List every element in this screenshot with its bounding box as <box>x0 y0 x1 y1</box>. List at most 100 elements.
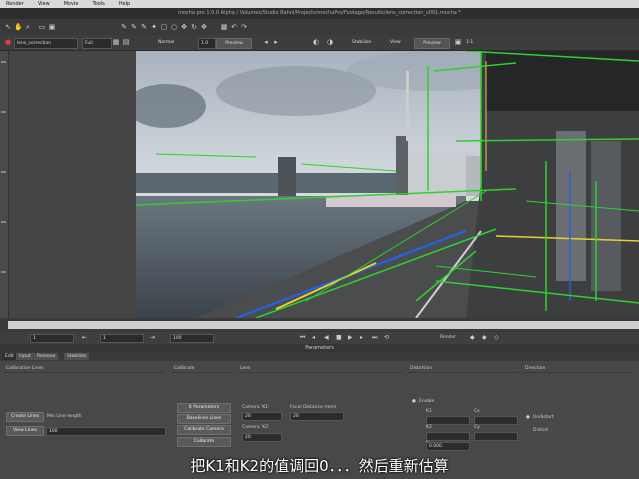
keyframe-add-icon[interactable]: ◇ <box>494 334 499 342</box>
k2-label: Camera 'K2' <box>242 425 270 430</box>
cx-label: Cx <box>474 409 480 414</box>
play-reverse-icon[interactable]: ◀ <box>324 334 329 342</box>
go-end-icon[interactable]: ⏭ <box>372 334 377 342</box>
distort-label: Distort <box>533 428 549 433</box>
divider <box>172 372 232 373</box>
calibrate-button[interactable]: Calibrate <box>177 437 231 447</box>
panel-marker <box>1 61 6 63</box>
render-label: Render <box>440 335 457 340</box>
rotate-tool-icon[interactable]: ↻ <box>190 23 198 31</box>
cy-label: Cy <box>474 425 480 430</box>
track-forward-icon[interactable]: ▸ <box>272 38 280 46</box>
grid-icon[interactable]: ▦ <box>220 23 228 31</box>
keyframe-next-icon[interactable]: ◆ <box>482 334 487 342</box>
layer-select[interactable]: lens_correction <box>14 38 78 49</box>
checkerboard-icon[interactable]: ▦ <box>112 38 120 46</box>
transport-bar <box>0 332 639 344</box>
panel-marker <box>1 221 6 223</box>
stop-icon[interactable]: ■ <box>336 334 342 342</box>
baselines-lines-button[interactable]: Baselines Lines <box>177 414 231 424</box>
undo-icon[interactable]: ↶ <box>230 23 238 31</box>
main-toolbar: ↖ ✋ ⌕ ▭ ▣ ✎ ✎ ✎ ✦ ▢ ○ ✥ ↻ ✥ ▦ ↶ ↷ <box>0 19 639 35</box>
track-backward-icon[interactable]: ◂ <box>262 38 270 46</box>
bezier-tool-icon[interactable]: ✎ <box>140 23 148 31</box>
in-frame-field[interactable]: 1 <box>30 334 74 343</box>
video-subtitle: 把K1和K2的值调回0．．．然后重新估算 <box>190 457 449 475</box>
menu-help[interactable]: Help <box>119 1 130 7</box>
pan-tool-icon[interactable]: ✋ <box>14 23 23 31</box>
spline-tool-icon[interactable]: ✎ <box>120 23 128 31</box>
k1-label: Camera 'K1' <box>242 405 270 410</box>
redo-icon[interactable]: ↷ <box>240 23 248 31</box>
xspline-tool-icon[interactable]: ✎ <box>130 23 138 31</box>
zoom-icon[interactable]: ▣ <box>454 38 462 46</box>
k1-distortion-field[interactable] <box>426 416 470 425</box>
view-lines-field[interactable]: 100 <box>46 427 166 436</box>
focal-distance-field[interactable]: 20 <box>290 412 344 421</box>
divider <box>522 372 632 373</box>
open-icon[interactable]: ▭ <box>38 23 46 31</box>
enable-label: Enable <box>419 399 435 404</box>
current-frame-field[interactable]: 1 <box>100 334 144 343</box>
step-forward-icon[interactable]: ▸ <box>360 334 363 342</box>
view-value-field[interactable]: 1.0 <box>198 38 216 49</box>
play-icon[interactable]: ▶ <box>348 334 353 342</box>
divider <box>238 372 403 373</box>
create-lines-button[interactable]: Create Lines <box>6 412 44 422</box>
calibrate-camera-button[interactable]: Calibrate Camera <box>177 425 231 435</box>
zoom-tool-icon[interactable]: ⌕ <box>24 23 32 31</box>
menu-view[interactable]: View <box>38 1 50 7</box>
k2-field[interactable]: 20 <box>242 433 282 442</box>
out-frame-field[interactable]: 100 <box>170 334 214 343</box>
mask-icon[interactable]: ◐ <box>312 38 320 46</box>
save-icon[interactable]: ▣ <box>48 23 56 31</box>
menu-movie[interactable]: Movie <box>64 1 79 7</box>
k1-field[interactable]: 20 <box>242 412 282 421</box>
window-title: mocha pro 1.0.0 Alpha / Volumes/Studio B… <box>0 8 639 19</box>
select-tool-icon[interactable]: ↖ <box>4 23 12 31</box>
rect-tool-icon[interactable]: ▢ <box>160 23 168 31</box>
k2-distortion-label: K2 <box>426 425 432 430</box>
move-tool-icon[interactable]: ✥ <box>200 23 208 31</box>
tab-remove[interactable]: Remove <box>34 353 59 360</box>
footage-image <box>136 51 639 318</box>
enable-checkbox-icon[interactable]: ● <box>412 398 416 405</box>
tab-stabilize[interactable]: Stabilize <box>64 353 90 360</box>
step-back-icon[interactable]: ◂ <box>312 334 315 342</box>
view-select[interactable]: Full <box>82 38 112 49</box>
set-out-icon[interactable]: ⇥ <box>150 334 155 342</box>
parameter-tabs <box>0 352 639 361</box>
view-label: View <box>390 40 401 45</box>
timeline-scrubber[interactable] <box>8 321 639 329</box>
record-icon[interactable]: ● <box>4 38 12 46</box>
menu-bar: Render View Movie Tools Help <box>0 0 639 8</box>
keyframe-prev-icon[interactable]: ◆ <box>470 334 475 342</box>
panel-marker <box>1 171 6 173</box>
menu-tools[interactable]: Tools <box>93 1 105 7</box>
k2-distortion-field[interactable] <box>426 432 470 441</box>
mode-label: Normal <box>158 40 175 45</box>
undistort-radio-icon[interactable]: ● <box>526 414 530 421</box>
track-preview-button[interactable]: Preview <box>216 38 252 49</box>
go-start-icon[interactable]: ⏮ <box>300 334 305 342</box>
divider <box>408 372 518 373</box>
divider <box>4 372 164 373</box>
footage-frame[interactable] <box>136 51 639 318</box>
view-lines-button[interactable]: View Lines <box>6 426 44 436</box>
cy-field[interactable] <box>474 432 518 441</box>
tab-edit[interactable]: Edit <box>2 353 17 360</box>
k-field[interactable]: 0.000 <box>426 442 470 451</box>
tab-input[interactable]: Input <box>16 353 34 360</box>
set-in-icon[interactable]: ⇤ <box>82 334 87 342</box>
view-preview-button[interactable]: Preview <box>414 38 450 49</box>
transform-tool-icon[interactable]: ✥ <box>180 23 188 31</box>
k-parameters-button[interactable]: K Parameters <box>177 403 231 413</box>
loop-icon[interactable]: ⟲ <box>384 334 389 342</box>
menu-render[interactable]: Render <box>6 1 24 7</box>
left-panel <box>0 51 9 318</box>
layers-icon[interactable]: ▤ <box>122 38 130 46</box>
matte-icon[interactable]: ◑ <box>326 38 334 46</box>
add-point-icon[interactable]: ✦ <box>150 23 158 31</box>
circle-tool-icon[interactable]: ○ <box>170 23 178 31</box>
cx-field[interactable] <box>474 416 518 425</box>
